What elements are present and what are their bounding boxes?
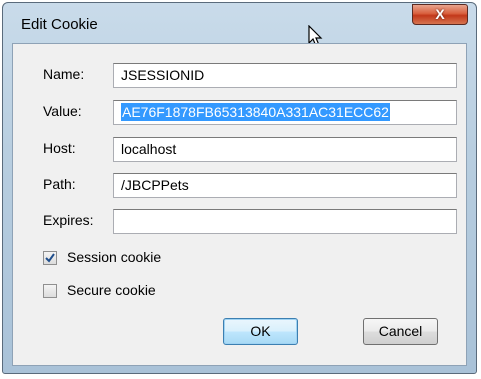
cancel-button[interactable]: Cancel (363, 318, 438, 345)
session-cookie-label[interactable]: Session cookie (67, 249, 161, 265)
session-cookie-checkbox[interactable] (43, 251, 57, 265)
secure-cookie-label[interactable]: Secure cookie (67, 282, 156, 298)
name-field[interactable]: JSESSIONID (113, 63, 457, 88)
expires-label: Expires: (43, 212, 94, 228)
checkmark-icon (45, 253, 55, 263)
host-label: Host: (43, 140, 76, 156)
path-field[interactable]: /JBCPPets (113, 173, 457, 198)
dialog-title: Edit Cookie (21, 16, 98, 33)
host-value: localhost (121, 141, 177, 157)
name-value: JSESSIONID (121, 67, 205, 83)
host-field[interactable]: localhost (113, 137, 457, 162)
close-button[interactable]: X (412, 4, 468, 25)
value-value: AE76F1878FB65313840A331AC31ECC62 (121, 103, 390, 121)
name-label: Name: (43, 66, 85, 82)
secure-cookie-checkbox[interactable] (43, 284, 57, 298)
close-icon: X (435, 6, 445, 22)
title-bar[interactable]: Edit Cookie X (3, 3, 476, 43)
path-value: /JBCPPets (121, 177, 189, 193)
path-label: Path: (43, 176, 76, 192)
expires-field[interactable] (113, 209, 457, 234)
ok-button[interactable]: OK (223, 318, 298, 345)
value-field[interactable]: AE76F1878FB65313840A331AC31ECC62 (113, 100, 457, 125)
value-label: Value: (43, 103, 82, 119)
dialog-body: Name: JSESSIONID Value: AE76F1878FB65313… (12, 43, 467, 366)
edit-cookie-dialog: Edit Cookie X Name: JSESSIONID Value: AE… (2, 2, 477, 374)
